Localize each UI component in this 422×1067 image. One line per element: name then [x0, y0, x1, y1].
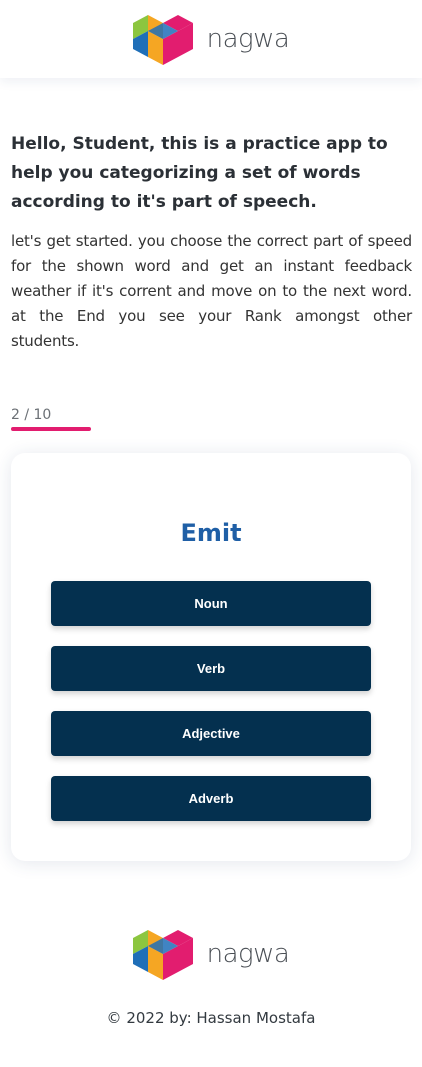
progress-bar: [11, 427, 91, 431]
intro-section: Hello, Student, this is a practice app t…: [11, 130, 412, 354]
intro-title: Hello, Student, this is a practice app t…: [11, 134, 388, 212]
progress-indicator: 2 / 10: [11, 407, 91, 431]
footer-logo-wrap: nagwa: [0, 928, 422, 980]
footer-logo[interactable]: nagwa: [132, 928, 290, 980]
option-verb-button[interactable]: Verb: [51, 646, 371, 691]
question-word: Emit: [180, 519, 242, 547]
brand-name: nagwa: [206, 24, 290, 54]
option-noun-button[interactable]: Noun: [51, 581, 371, 626]
nagwa-logo-icon: [132, 15, 193, 65]
intro-text: let's get started. you choose the correc…: [11, 232, 412, 350]
option-adverb-button[interactable]: Adverb: [51, 776, 371, 821]
nagwa-logo-icon: [132, 930, 193, 980]
question-card: Emit Noun Verb Adjective Adverb: [11, 453, 411, 861]
footer-brand-name: nagwa: [206, 939, 290, 969]
progress-label: 2 / 10: [11, 407, 52, 423]
site-header: nagwa: [0, 0, 422, 78]
copyright-text: © 2022 by: Hassan Mostafa: [106, 1009, 316, 1027]
option-adjective-button[interactable]: Adjective: [51, 711, 371, 756]
header-logo[interactable]: nagwa: [132, 13, 290, 65]
